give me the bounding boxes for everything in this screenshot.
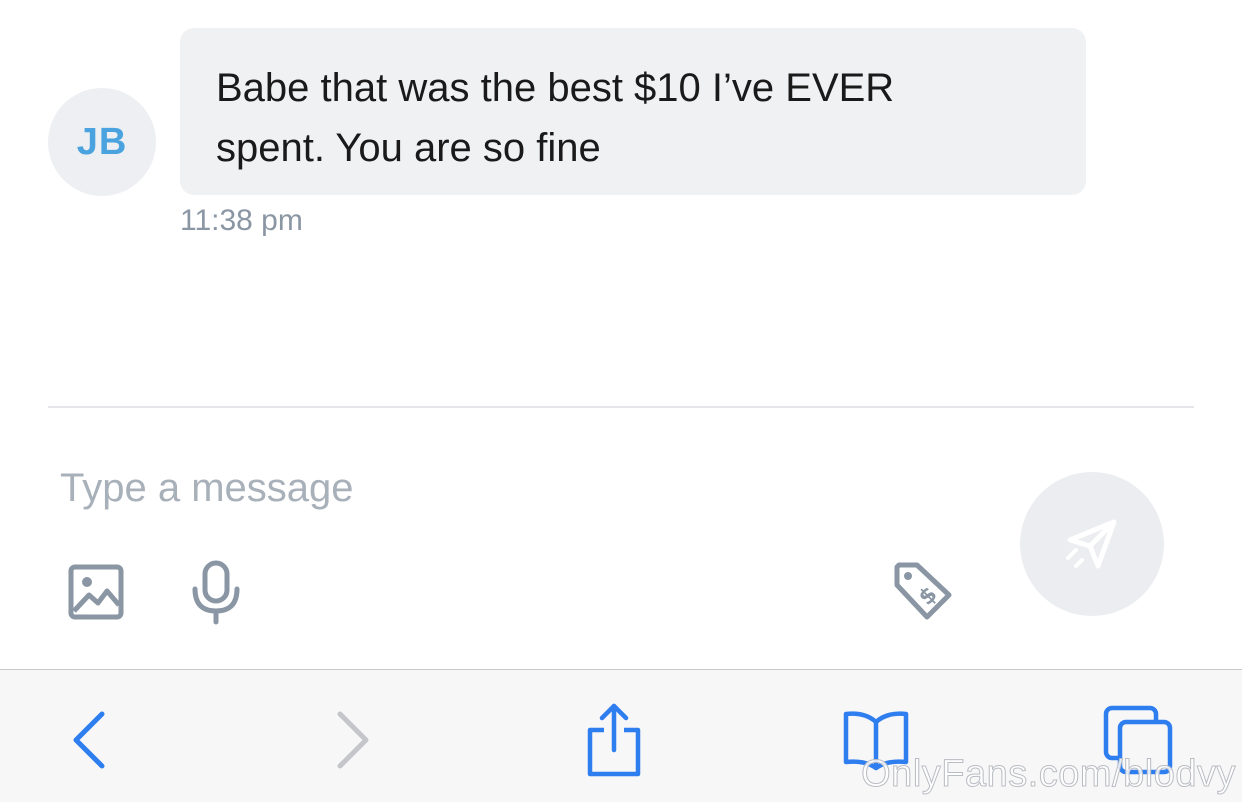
watermark: OnlyFans.com/blodvy [861,753,1236,796]
voice-message-button[interactable] [186,558,246,626]
forward-icon [337,711,369,769]
message-input[interactable] [60,458,960,518]
message-text: Babe that was the best $10 I’ve EVER spe… [216,66,895,170]
avatar[interactable]: JB [48,88,156,196]
forward-button[interactable] [312,700,392,780]
set-price-button[interactable]: $ [890,558,956,624]
message-bubble[interactable]: Babe that was the best $10 I’ve EVER spe… [180,28,1086,195]
chat-screen: JB Babe that was the best $10 I’ve EVER … [0,0,1242,802]
divider [48,406,1194,408]
image-icon [68,564,124,620]
share-button[interactable] [574,700,654,780]
back-button[interactable] [50,700,130,780]
attach-image-button[interactable] [64,560,128,624]
avatar-initials: JB [76,120,128,163]
send-icon [1066,519,1117,569]
back-icon [73,711,105,769]
microphone-icon [192,560,240,625]
message-timestamp: 11:38 pm [180,204,303,237]
share-icon [587,703,641,777]
send-button[interactable] [1020,472,1164,616]
price-tag-icon: $ [894,562,952,620]
